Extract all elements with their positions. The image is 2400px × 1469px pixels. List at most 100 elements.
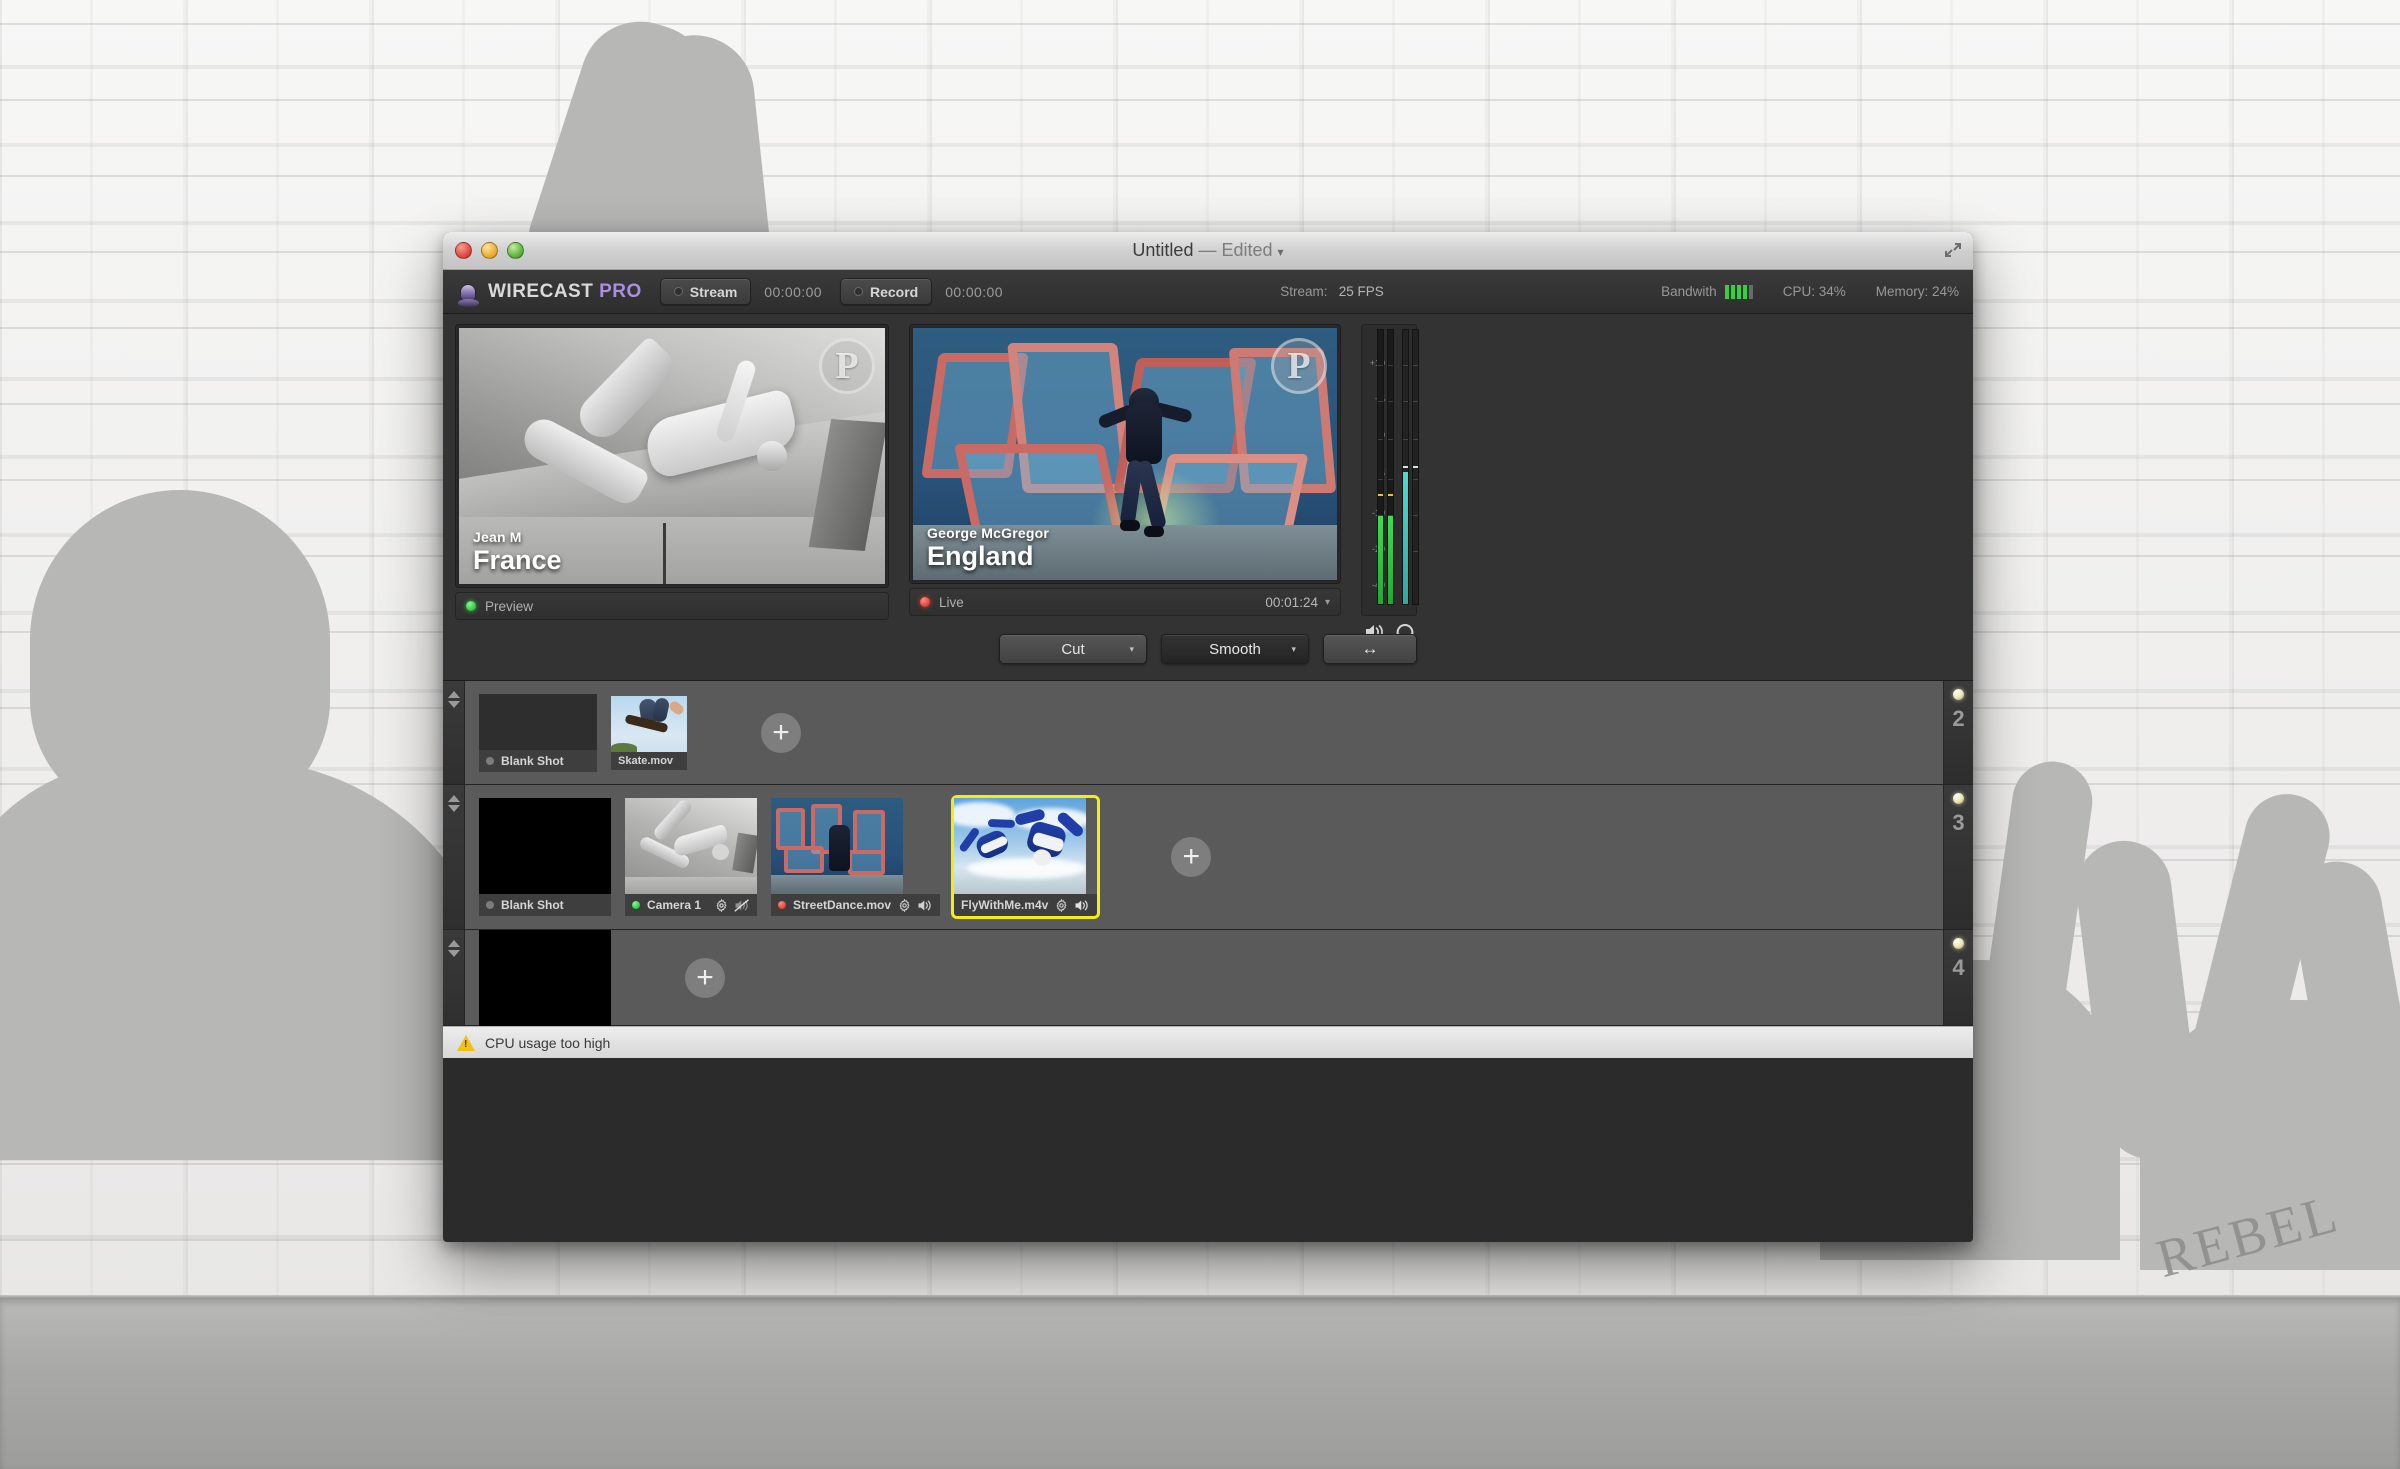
layer-visibility-icon[interactable] — [1953, 689, 1964, 700]
cpu-stat: CPU: 34% — [1783, 284, 1846, 299]
gear-icon[interactable] — [898, 899, 911, 912]
monitor-row: P Jean M France Preview — [455, 324, 1961, 620]
shot-thumbnail — [479, 694, 597, 750]
shot-name: Camera 1 — [647, 898, 701, 912]
app-toolbar: WIRECAST PRO Stream 00:00:00 Record 00:0… — [443, 270, 1973, 314]
layer-3-shot-list: Blank Shot — [465, 785, 1943, 929]
shot-card[interactable]: Camera 1 — [625, 798, 757, 916]
shot-name: Blank Shot — [501, 898, 564, 912]
document-title: Untitled — [1132, 240, 1193, 260]
window-title-bar[interactable]: Untitled — Edited ▾ — [443, 232, 1973, 270]
status-message: CPU usage too high — [485, 1035, 610, 1051]
shot-thumbnail — [625, 798, 757, 894]
shot-card[interactable]: StreetDance.mov — [771, 798, 940, 916]
layer-row-4: + 4 — [443, 930, 1973, 1026]
layer-row-2: Blank Shot — [443, 681, 1973, 785]
title-chevron-down-icon[interactable]: ▾ — [1278, 245, 1284, 259]
transition-b-select[interactable]: Smooth ▾ — [1161, 634, 1309, 664]
gear-icon[interactable] — [1055, 899, 1068, 912]
layer-2-reorder-controls[interactable] — [443, 681, 465, 784]
live-status-bar: Live 00:01:24 ▾ — [909, 588, 1341, 616]
add-shot-button[interactable]: + — [1171, 837, 1211, 877]
preview-status-label: Preview — [485, 599, 533, 614]
shot-card[interactable]: Blank Shot — [479, 694, 597, 772]
live-timecode: 00:01:24 — [1265, 595, 1318, 610]
floor — [0, 1299, 2400, 1469]
layer-visibility-icon[interactable] — [1953, 793, 1964, 804]
live-timecode-chevron-down-icon[interactable]: ▾ — [1325, 597, 1330, 608]
stream-button[interactable]: Stream — [660, 278, 751, 305]
preview-athlete-country: France — [473, 546, 562, 574]
bandwidth-indicator: Bandwith — [1661, 284, 1753, 299]
window-controls — [455, 242, 524, 259]
speaker-icon[interactable] — [917, 899, 933, 912]
live-dancer-figure — [1100, 388, 1186, 548]
stream-stat-label: Stream: — [1280, 284, 1327, 299]
transition-a-select[interactable]: Cut ▾ — [999, 634, 1147, 664]
title-separator: — — [1198, 240, 1216, 260]
stream-stat-value: 25 FPS — [1339, 284, 1384, 299]
layer-visibility-icon[interactable] — [1953, 938, 1964, 949]
window-title: Untitled — Edited ▾ — [443, 240, 1973, 261]
live-video[interactable]: P George McGregor England — [913, 328, 1337, 580]
live-lower-third: George McGregor England — [913, 517, 1063, 580]
shot-name: Skate.mov — [618, 755, 673, 767]
layer-4-shot-list: + — [465, 930, 1943, 1025]
preview-frame: P Jean M France — [455, 324, 889, 588]
preview-watermark-icon: P — [819, 338, 875, 394]
go-swap-button[interactable]: ↔ — [1323, 634, 1417, 664]
add-shot-button[interactable]: + — [685, 958, 725, 998]
shot-thumbnail — [611, 696, 687, 752]
shot-thumbnail — [771, 798, 903, 894]
live-athlete-country: England — [927, 542, 1049, 570]
gear-icon[interactable] — [715, 899, 728, 912]
minimize-button[interactable] — [481, 242, 498, 259]
layer-down-icon[interactable] — [448, 701, 460, 708]
shot-caption: Blank Shot — [479, 750, 597, 772]
shot-actions — [898, 899, 933, 912]
layer-up-icon[interactable] — [448, 795, 460, 802]
layer-up-icon[interactable] — [448, 940, 460, 947]
layer-3-reorder-controls[interactable] — [443, 785, 465, 929]
layer-number: 4 — [1952, 955, 1964, 981]
layer-4-reorder-controls[interactable] — [443, 930, 465, 1025]
audio-meter-channel-right — [1387, 329, 1394, 605]
stream-timecode: 00:00:00 — [764, 284, 822, 300]
preview-video[interactable]: P Jean M France — [459, 328, 885, 584]
speaker-icon[interactable] — [1074, 899, 1090, 912]
shot-status-dot-icon — [486, 901, 494, 909]
shot-card[interactable] — [479, 930, 611, 1026]
live-frame: P George McGregor England — [909, 324, 1341, 584]
shot-card[interactable]: Blank Shot — [479, 798, 611, 916]
layer-down-icon[interactable] — [448, 805, 460, 812]
shot-caption: Skate.mov — [611, 752, 687, 770]
live-status-led-icon — [920, 597, 930, 607]
live-timecode-group[interactable]: 00:01:24 ▾ — [1265, 595, 1330, 610]
shot-name: Blank Shot — [501, 754, 564, 768]
shot-card[interactable]: Skate.mov — [611, 696, 687, 770]
shot-caption: FlyWithMe.m4v — [954, 894, 1097, 916]
close-button[interactable] — [455, 242, 472, 259]
record-button[interactable]: Record — [840, 278, 932, 305]
layer-up-icon[interactable] — [448, 691, 460, 698]
preview-lower-third: Jean M France — [459, 521, 576, 584]
layer-3-indicator[interactable]: 3 — [1943, 785, 1973, 929]
shot-status-dot-icon — [778, 901, 786, 909]
layer-2-indicator[interactable]: 2 — [1943, 681, 1973, 784]
add-shot-button[interactable]: + — [761, 713, 801, 753]
layer-down-icon[interactable] — [448, 950, 460, 957]
layer-number: 2 — [1952, 706, 1964, 732]
wirecast-logo-icon — [457, 277, 479, 307]
record-timecode: 00:00:00 — [945, 284, 1003, 300]
shot-caption: Blank Shot — [479, 894, 611, 916]
zoom-button[interactable] — [507, 242, 524, 259]
layer-4-indicator[interactable]: 4 — [1943, 930, 1973, 1025]
shot-card-selected[interactable]: FlyWithMe.m4v — [954, 798, 1097, 916]
speaker-muted-icon[interactable] — [734, 899, 750, 912]
resize-handle-icon[interactable] — [1943, 240, 1963, 260]
transition-b-chevron-down-icon: ▾ — [1291, 644, 1296, 655]
wirecast-window: Untitled — Edited ▾ WIRECAST PRO — [443, 232, 1973, 1242]
bandwidth-label: Bandwith — [1661, 284, 1717, 299]
stream-led-icon — [674, 287, 683, 296]
audio-meter-panel[interactable]: +10 +5 0 -5 -10 -20 -40 — [1361, 324, 1417, 616]
